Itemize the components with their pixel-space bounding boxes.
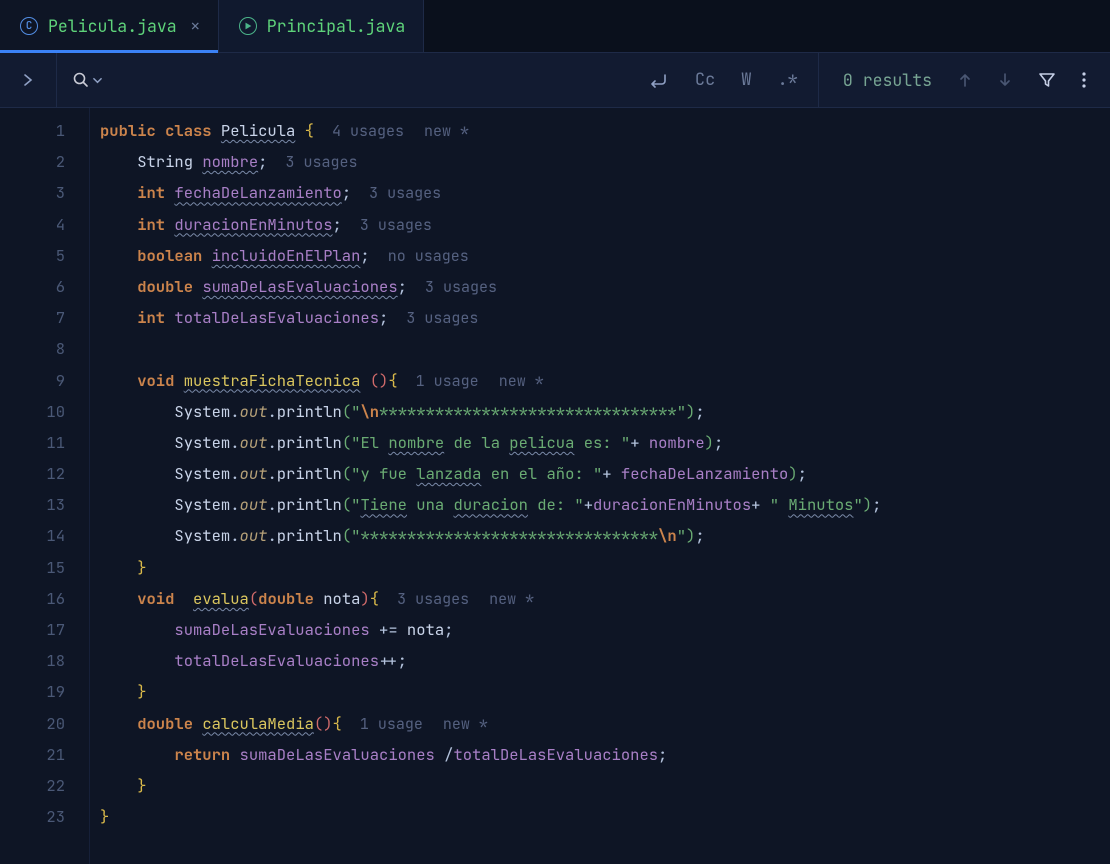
tab-pelicula[interactable]: C Pelicula.java ✕: [0, 0, 219, 52]
code-line[interactable]: int totalDeLasEvaluaciones;3 usages: [100, 302, 1110, 333]
next-match-button[interactable]: [998, 72, 1012, 88]
line-number: 15: [0, 552, 65, 583]
tab-label: Pelicula.java: [48, 15, 177, 37]
code-line[interactable]: int fechaDeLanzamiento;3 usages: [100, 177, 1110, 208]
inlay-hint[interactable]: no usages: [370, 246, 469, 266]
code-line[interactable]: totalDeLasEvaluaciones++;: [100, 645, 1110, 676]
line-number: 22: [0, 770, 65, 801]
code-line[interactable]: double calculaMedia(){1 usagenew *: [100, 708, 1110, 739]
line-number: 5: [0, 240, 65, 271]
code-line[interactable]: int duracionEnMinutos;3 usages: [100, 209, 1110, 240]
search-toolbar: Cc W .* 0 results: [0, 53, 1110, 108]
inlay-hint[interactable]: new *: [469, 589, 534, 609]
code-line[interactable]: return sumaDeLasEvaluaciones /totalDeLas…: [100, 739, 1110, 770]
line-number: 1: [0, 115, 65, 146]
line-number: 16: [0, 583, 65, 614]
code-line[interactable]: void muestraFichaTecnica (){1 usagenew *: [100, 365, 1110, 396]
line-number: 3: [0, 177, 65, 208]
inlay-hint[interactable]: 4 usages: [314, 121, 404, 141]
line-number: 10: [0, 396, 65, 427]
line-number: 13: [0, 489, 65, 520]
code-line[interactable]: sumaDeLasEvaluaciones += nota;: [100, 614, 1110, 645]
line-number: 14: [0, 520, 65, 551]
inlay-hint[interactable]: new *: [479, 371, 544, 391]
filter-icon[interactable]: [1038, 71, 1056, 89]
more-options-icon[interactable]: [1082, 71, 1086, 89]
code-line[interactable]: }: [100, 552, 1110, 583]
inlay-hint[interactable]: 3 usages: [379, 589, 469, 609]
inlay-hint[interactable]: 3 usages: [342, 215, 432, 235]
code-line[interactable]: System.out.println("El nombre de la peli…: [100, 427, 1110, 458]
code-line[interactable]: public class Pelicula {4 usagesnew *: [100, 115, 1110, 146]
line-number: 19: [0, 676, 65, 707]
code-line[interactable]: }: [100, 770, 1110, 801]
newline-toggle[interactable]: [647, 72, 669, 88]
code-line[interactable]: }: [100, 801, 1110, 832]
code-line[interactable]: [100, 333, 1110, 364]
tab-label: Principal.java: [267, 15, 406, 37]
class-icon: C: [20, 17, 38, 35]
code-line[interactable]: boolean incluidoEnElPlan;no usages: [100, 240, 1110, 271]
search-options: Cc W .*: [627, 53, 819, 107]
code-line[interactable]: }: [100, 676, 1110, 707]
line-number: 8: [0, 333, 65, 364]
line-number: 21: [0, 739, 65, 770]
inlay-hint[interactable]: 3 usages: [388, 308, 478, 328]
inlay-hint[interactable]: new *: [423, 714, 488, 734]
code-line[interactable]: double sumaDeLasEvaluaciones;3 usages: [100, 271, 1110, 302]
line-number: 2: [0, 146, 65, 177]
code-line[interactable]: System.out.println("y fue lanzada en el …: [100, 458, 1110, 489]
code-editor[interactable]: 1234567891011121314151617181920212223 pu…: [0, 108, 1110, 864]
line-number: 17: [0, 614, 65, 645]
line-number: 6: [0, 271, 65, 302]
line-number: 7: [0, 302, 65, 333]
whole-word-toggle[interactable]: W: [741, 69, 751, 91]
inlay-hint[interactable]: 3 usages: [267, 152, 357, 172]
tab-principal[interactable]: Principal.java: [219, 0, 425, 52]
search-icon[interactable]: [57, 71, 117, 89]
close-icon[interactable]: ✕: [191, 19, 200, 34]
search-input[interactable]: [117, 53, 627, 107]
line-number: 18: [0, 645, 65, 676]
code-area[interactable]: public class Pelicula {4 usagesnew * Str…: [90, 108, 1110, 864]
inlay-hint[interactable]: 3 usages: [407, 277, 497, 297]
collapse-toggle[interactable]: [0, 53, 57, 107]
code-line[interactable]: String nombre;3 usages: [100, 146, 1110, 177]
line-number: 9: [0, 365, 65, 396]
line-number: 23: [0, 801, 65, 832]
prev-match-button[interactable]: [958, 72, 972, 88]
line-number: 4: [0, 209, 65, 240]
inlay-hint[interactable]: 3 usages: [351, 183, 441, 203]
editor-tabs: C Pelicula.java ✕ Principal.java: [0, 0, 1110, 53]
code-line[interactable]: void evalua(double nota){3 usagesnew *: [100, 583, 1110, 614]
code-line[interactable]: System.out.println("Tiene una duracion d…: [100, 489, 1110, 520]
code-line[interactable]: System.out.println("********************…: [100, 520, 1110, 551]
regex-toggle[interactable]: .*: [777, 69, 797, 91]
match-case-toggle[interactable]: Cc: [695, 69, 715, 91]
line-number: 12: [0, 458, 65, 489]
inlay-hint[interactable]: 1 usage: [398, 371, 479, 391]
inlay-hint[interactable]: 1 usage: [342, 714, 423, 734]
results-count: 0 results: [843, 69, 932, 91]
inlay-hint[interactable]: new *: [404, 121, 469, 141]
line-gutter: 1234567891011121314151617181920212223: [0, 108, 90, 864]
code-line[interactable]: System.out.println("\n******************…: [100, 396, 1110, 427]
line-number: 11: [0, 427, 65, 458]
run-class-icon: [239, 17, 257, 35]
line-number: 20: [0, 708, 65, 739]
search-results-area: 0 results: [819, 53, 1110, 107]
